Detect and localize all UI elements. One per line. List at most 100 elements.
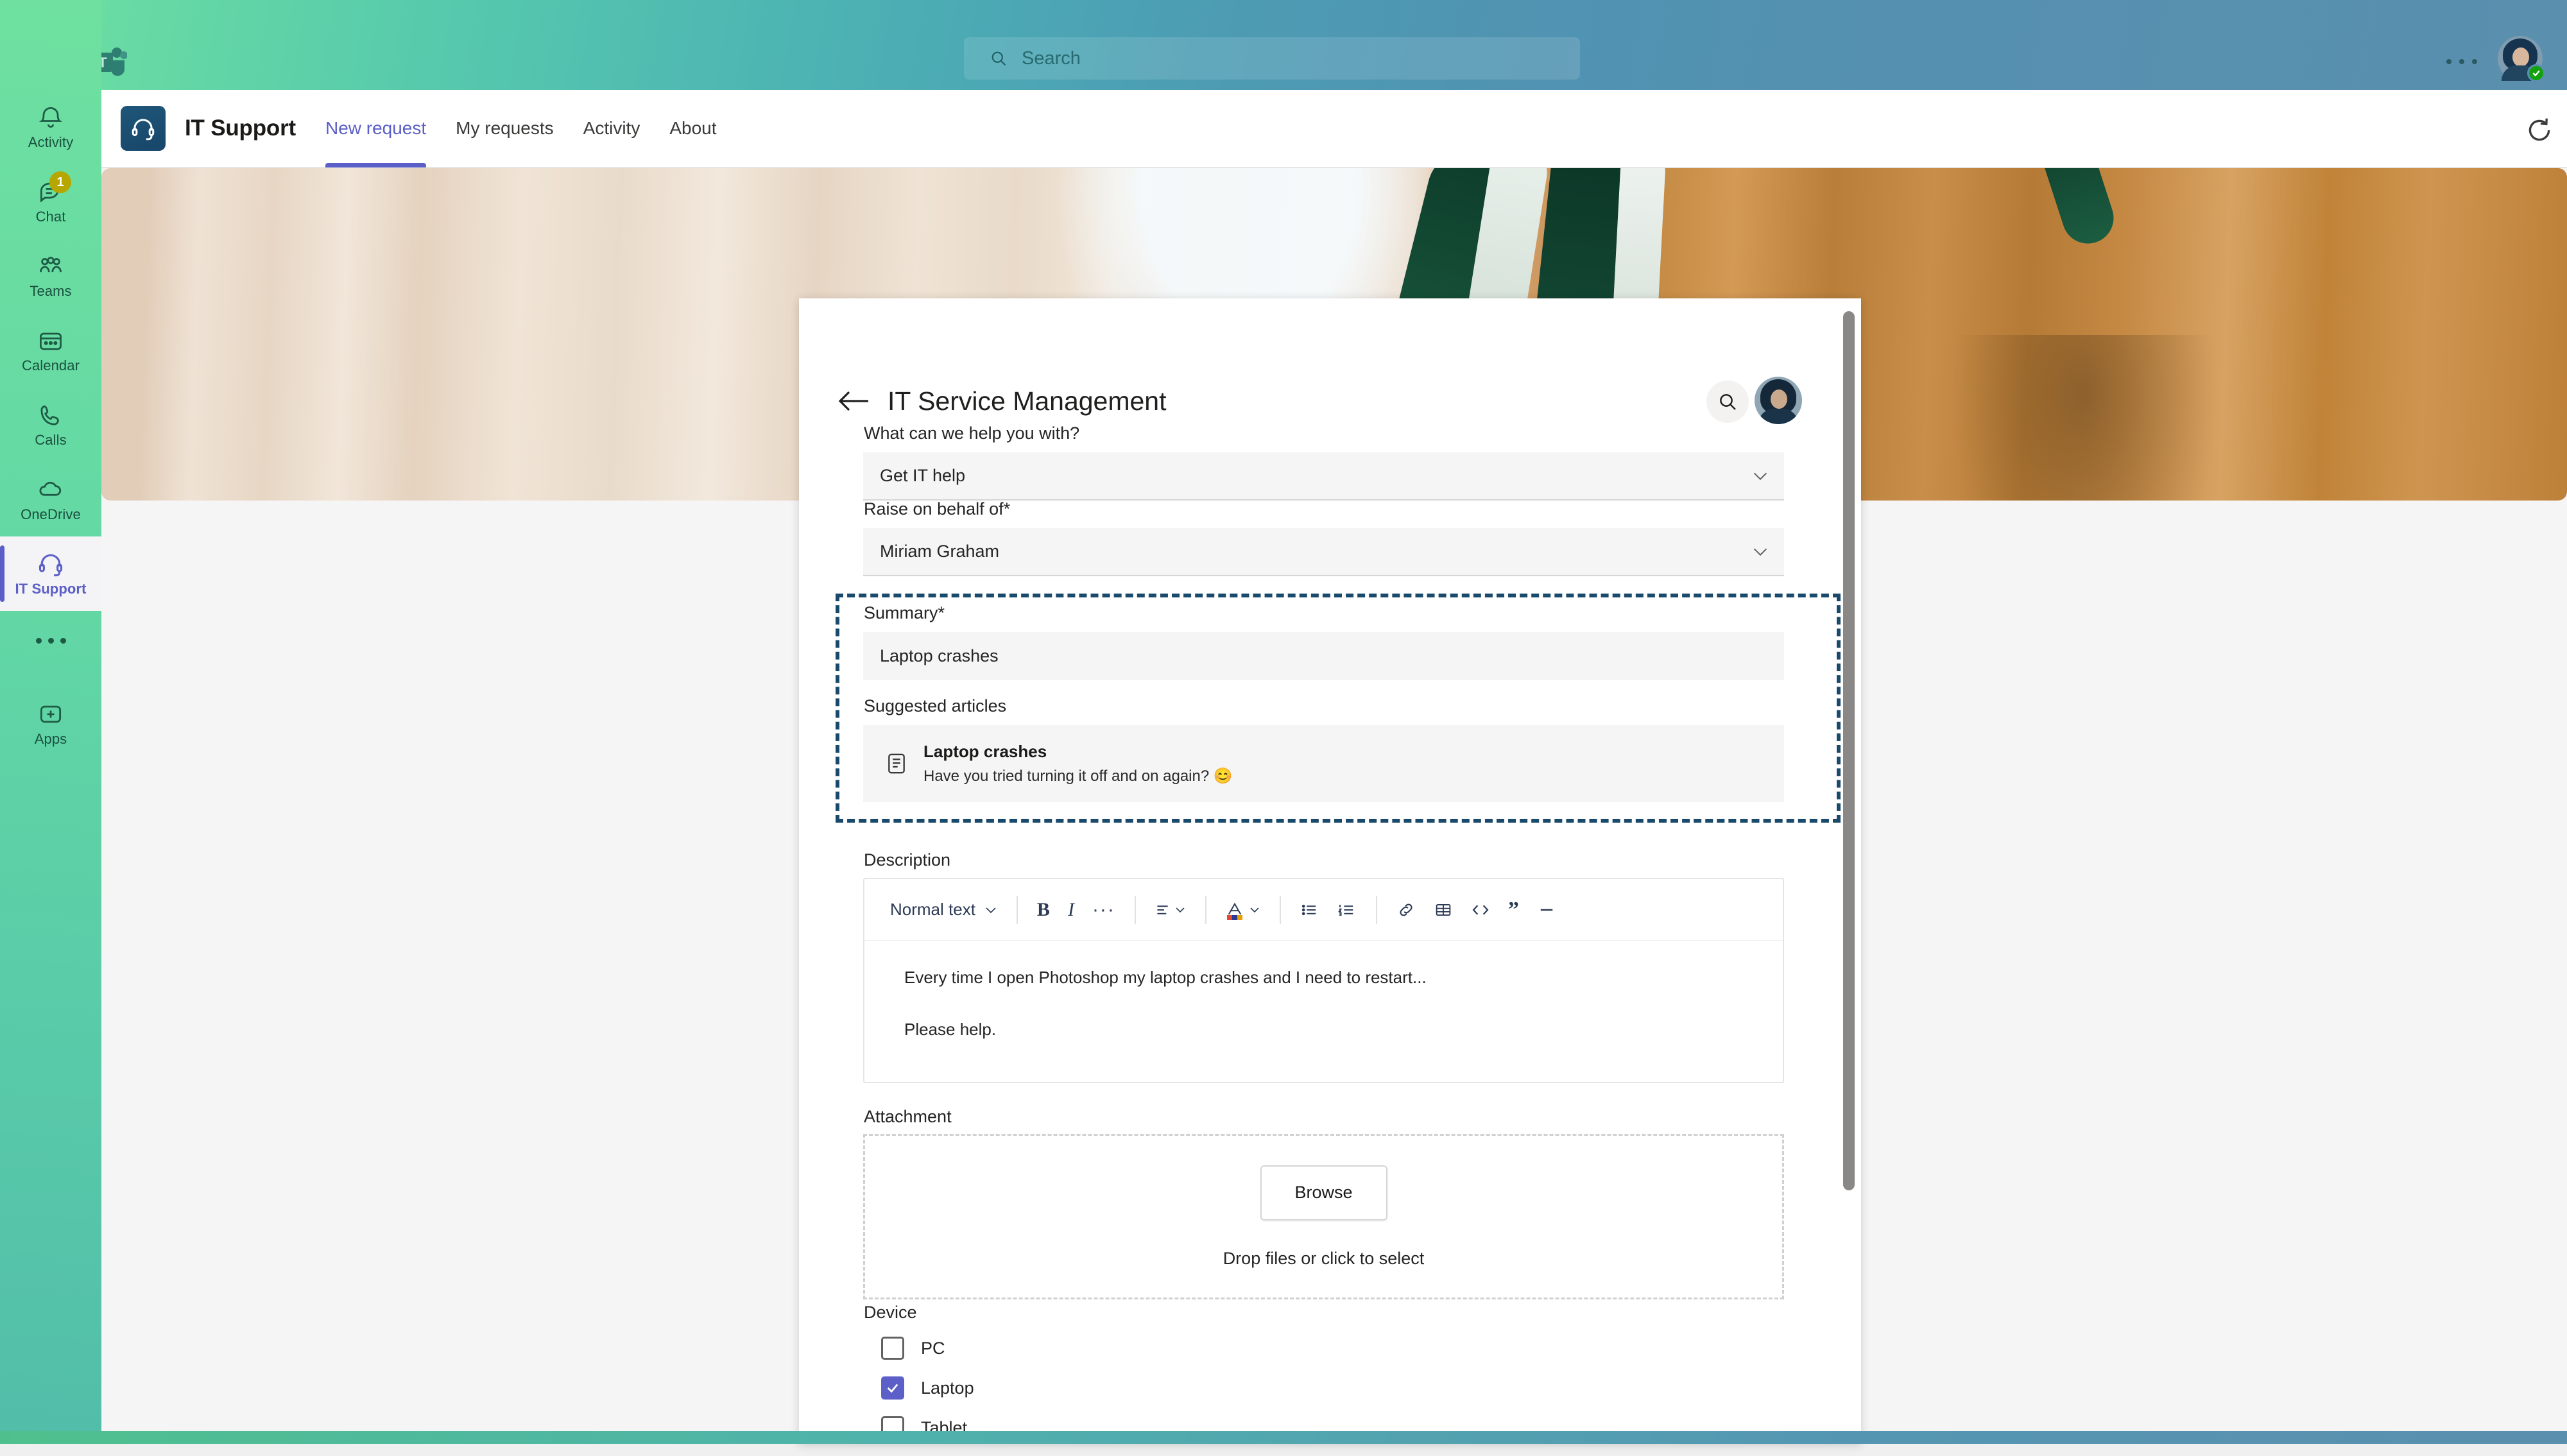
sidebar-item-onedrive[interactable]: OneDrive [0, 462, 101, 536]
back-arrow-icon[interactable] [837, 388, 871, 415]
summary-value: Laptop crashes [880, 646, 999, 666]
banner-shadow [1950, 335, 2219, 501]
app-header-bar: IT Support New request My requests Activ… [101, 90, 2567, 168]
bottom-gradient-strip [0, 1431, 2567, 1444]
checkbox-row-pc[interactable]: PC [863, 1337, 1784, 1360]
chevron-down-icon [1752, 469, 1769, 483]
search-placeholder: Search [1022, 48, 1081, 69]
list-item[interactable]: Laptop crashes Have you tried turning it… [863, 725, 1784, 802]
bullet-list-icon[interactable] [1291, 890, 1328, 930]
plant-leaf [2036, 168, 2120, 250]
avatar-body [1758, 409, 1798, 424]
checkbox-label: Laptop [921, 1378, 974, 1398]
suggested-articles-label: Suggested articles [864, 696, 1784, 716]
more-options-icon[interactable] [2446, 46, 2477, 77]
calendar-icon [37, 327, 65, 355]
description-editor[interactable]: Normal text B I ··· [863, 878, 1784, 1083]
bold-icon[interactable]: B [1028, 890, 1059, 930]
sidebar-item-label: Calendar [22, 357, 80, 374]
behalf-dropdown[interactable]: Miriam Graham [863, 528, 1784, 576]
chevron-down-icon [1752, 545, 1769, 559]
search-icon[interactable] [1706, 381, 1749, 423]
sidebar-item-label: Apps [35, 731, 67, 748]
article-icon [884, 751, 909, 776]
tab-activity[interactable]: Activity [583, 89, 640, 167]
status-badge [2527, 64, 2545, 82]
attachment-dropzone[interactable]: Browse Drop files or click to select [863, 1134, 1784, 1299]
sidebar-item-label: Teams [30, 283, 71, 300]
table-icon[interactable] [1425, 890, 1462, 930]
sidebar-item-calls[interactable]: Calls [0, 388, 101, 462]
text-style-dropdown[interactable]: Normal text [881, 890, 1006, 930]
help-label: What can we help you with? [864, 424, 1784, 443]
headset-icon [37, 550, 65, 578]
checkbox-laptop[interactable] [881, 1376, 904, 1400]
divider [1135, 896, 1136, 924]
checkbox-label: PC [921, 1339, 945, 1358]
device-label: Device [864, 1303, 1784, 1323]
numbered-list-icon[interactable] [1328, 890, 1366, 930]
bell-icon [37, 103, 65, 132]
page-title: IT Support [185, 116, 296, 141]
browse-button[interactable]: Browse [1260, 1165, 1387, 1220]
description-text-area[interactable]: Every time I open Photoshop my laptop cr… [864, 941, 1783, 1040]
avatar[interactable] [2498, 36, 2543, 81]
link-icon[interactable] [1387, 890, 1425, 930]
sidebar-item-label: IT Support [15, 581, 87, 597]
headset-app-icon [121, 106, 166, 151]
sidebar-item-it-support[interactable]: IT Support [0, 536, 101, 611]
divider [1376, 896, 1377, 924]
sidebar-item-activity[interactable]: Activity [0, 90, 101, 164]
editor-toolbar: Normal text B I ··· [864, 879, 1783, 941]
checkbox-pc[interactable] [881, 1337, 904, 1360]
dropzone-hint: Drop files or click to select [1223, 1249, 1425, 1269]
avatar-face [1771, 390, 1787, 409]
help-dropdown[interactable]: Get IT help [863, 452, 1784, 501]
divider [1280, 896, 1281, 924]
card-title: IT Service Management [888, 386, 1167, 416]
search-icon [990, 49, 1008, 67]
description-label-wrap: Description [863, 850, 1784, 879]
italic-icon[interactable]: I [1059, 890, 1083, 930]
chat-unread-badge: 1 [49, 171, 71, 193]
checkbox-row-laptop[interactable]: Laptop [863, 1376, 1784, 1400]
sidebar-item-teams[interactable]: Teams [0, 239, 101, 313]
chat-icon: 1 [37, 178, 65, 206]
user-avatar[interactable] [1755, 377, 1802, 424]
article-subtitle: Have you tried turning it off and on aga… [923, 767, 1233, 785]
code-icon[interactable] [1462, 890, 1499, 930]
sidebar-item-label: Chat [36, 209, 66, 225]
phone-icon [37, 401, 65, 429]
ellipsis-icon[interactable] [0, 611, 101, 670]
tab-about[interactable]: About [669, 89, 716, 167]
summary-field-group: Summary* Laptop crashes [863, 603, 1784, 680]
apps-plus-icon [37, 700, 65, 728]
behalf-value: Miriam Graham [880, 542, 999, 561]
font-color-icon[interactable] [1217, 890, 1269, 930]
global-search-box[interactable]: Search [964, 37, 1580, 80]
sidebar-item-apps[interactable]: Apps [0, 687, 101, 761]
sidebar-item-label: Activity [28, 134, 73, 151]
more-formatting-icon[interactable]: ··· [1083, 890, 1124, 930]
tab-my-requests[interactable]: My requests [456, 89, 554, 167]
divider [1205, 896, 1206, 924]
divider-icon[interactable] [1528, 890, 1565, 930]
quote-icon[interactable]: ” [1499, 890, 1528, 930]
sidebar-item-chat[interactable]: 1 Chat [0, 164, 101, 239]
help-field-group: What can we help you with? Get IT help [863, 424, 1784, 501]
article-title: Laptop crashes [923, 742, 1233, 762]
align-icon[interactable] [1146, 890, 1195, 930]
refresh-icon[interactable] [2523, 114, 2555, 146]
summary-input[interactable]: Laptop crashes [863, 632, 1784, 680]
divider [1017, 896, 1018, 924]
teams-left-rail: Activity 1 Chat Teams Calendar [0, 0, 101, 1444]
behalf-label: Raise on behalf of* [864, 499, 1784, 519]
summary-label: Summary* [864, 603, 1784, 623]
suggested-articles-group: Suggested articles Laptop crashes Have y… [863, 696, 1784, 802]
help-value: Get IT help [880, 466, 965, 486]
description-label: Description [864, 850, 1784, 870]
sidebar-item-calendar[interactable]: Calendar [0, 313, 101, 388]
tab-new-request[interactable]: New request [325, 89, 426, 167]
card-scrollbar[interactable] [1843, 311, 1855, 1190]
avatar-face [2512, 47, 2529, 67]
